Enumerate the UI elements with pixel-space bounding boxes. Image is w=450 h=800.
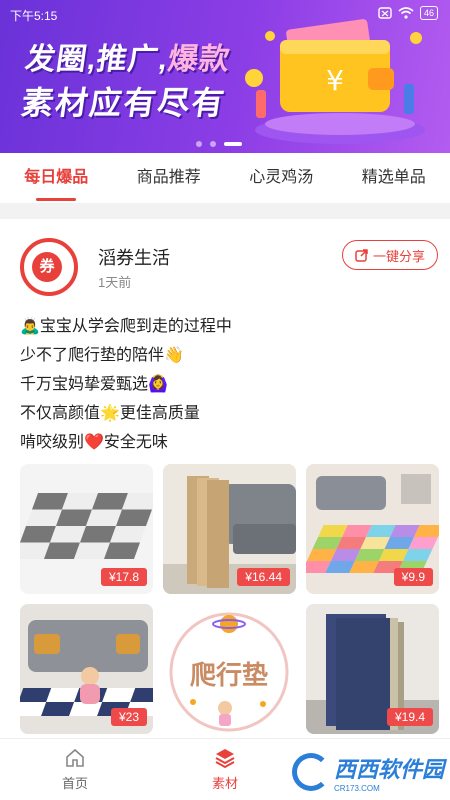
carousel-dot[interactable]	[210, 141, 216, 147]
tab-chicken-soup[interactable]: 心灵鸡汤	[225, 153, 338, 203]
banner-headline-part1: 发圈,推广,	[23, 43, 171, 76]
wallet-illustration: ¥	[245, 19, 425, 144]
tab-selected-items[interactable]: 精选单品	[338, 153, 450, 203]
carousel-dot[interactable]	[196, 141, 202, 147]
banner-headline-part2: 爆款	[165, 43, 233, 76]
product-image-wood-mat[interactable]: ¥16.44	[163, 464, 296, 594]
watermark-text: 西西软件园	[333, 756, 444, 782]
post-line: 不仅高颜值🌟更佳高质量	[20, 405, 200, 422]
carousel-dots	[196, 141, 242, 147]
post-text: 🙇‍♂️宝宝从学会爬到走的过程中 少不了爬行垫的陪伴👋 千万宝妈挚爱甄选🙆‍♀️…	[20, 312, 430, 457]
product-image-logo[interactable]: 爬行垫	[163, 604, 296, 734]
watermark-logo-icon	[291, 753, 330, 791]
home-icon	[66, 748, 84, 767]
post-line: 千万宝妈挚爱甄选🙆‍♀️	[20, 376, 168, 393]
product-image-navy-mat[interactable]: ¥19.4	[306, 604, 439, 734]
product-image-grid: ¥17.8 ¥16.44 ¥9.9 ¥23 爬行垫 ¥19.4	[20, 464, 439, 734]
price-tag: ¥19.4	[386, 708, 433, 726]
tab-product-recommend[interactable]: 商品推荐	[113, 153, 226, 203]
nav-home-label: 首页	[61, 776, 88, 791]
price-tag: ¥16.44	[237, 568, 290, 586]
product-image-colorful-mat[interactable]: ¥9.9	[306, 464, 439, 594]
share-icon	[355, 249, 368, 262]
product-image-gray-mat[interactable]: ¥17.8	[20, 464, 153, 594]
post-line: 少不了爬行垫的陪伴👋	[20, 347, 184, 364]
post-author: 滔券生活	[98, 248, 170, 268]
svg-text:¥: ¥	[326, 64, 344, 97]
nav-materials-label: 素材	[211, 776, 238, 791]
carousel-dot-active[interactable]	[224, 142, 242, 146]
avatar[interactable]: 券	[20, 238, 78, 296]
nav-home[interactable]: 首页	[0, 739, 150, 800]
post-time: 1天前	[98, 275, 132, 290]
banner-headline: 发圈,推广,爆款	[23, 34, 234, 78]
price-tag: ¥9.9	[393, 568, 433, 586]
product-image-child-mat[interactable]: ¥23	[20, 604, 153, 734]
tab-daily-hot[interactable]: 每日爆品	[0, 153, 113, 203]
post-line: 啃咬级别❤️安全无味	[20, 434, 168, 451]
watermark: 西西软件园 CR173.COM	[291, 752, 444, 793]
svg-text:爬行垫: 爬行垫	[190, 660, 268, 691]
category-tabs: 每日爆品 商品推荐 心灵鸡汤 精选单品	[0, 153, 450, 203]
watermark-sub: CR173.COM	[333, 783, 380, 793]
share-button[interactable]: 一键分享	[342, 240, 438, 270]
avatar-coupon-icon: 券	[32, 252, 62, 282]
section-divider	[0, 203, 450, 219]
promo-banner[interactable]: 下午5:15 46 发圈,推广,爆款 素材应有尽有 ¥	[0, 0, 450, 153]
crawling-mat-logo: 爬行垫	[169, 612, 289, 732]
share-button-label: 一键分享	[372, 248, 425, 264]
post-line: 🙇‍♂️宝宝从学会爬到走的过程中	[20, 318, 232, 335]
nav-materials[interactable]: 素材	[150, 739, 300, 800]
price-tag: ¥17.8	[100, 568, 147, 586]
price-tag: ¥23	[110, 708, 147, 726]
layers-icon	[215, 749, 235, 769]
status-time: 下午5:15	[10, 9, 58, 23]
banner-subheadline: 素材应有尽有	[19, 85, 229, 121]
